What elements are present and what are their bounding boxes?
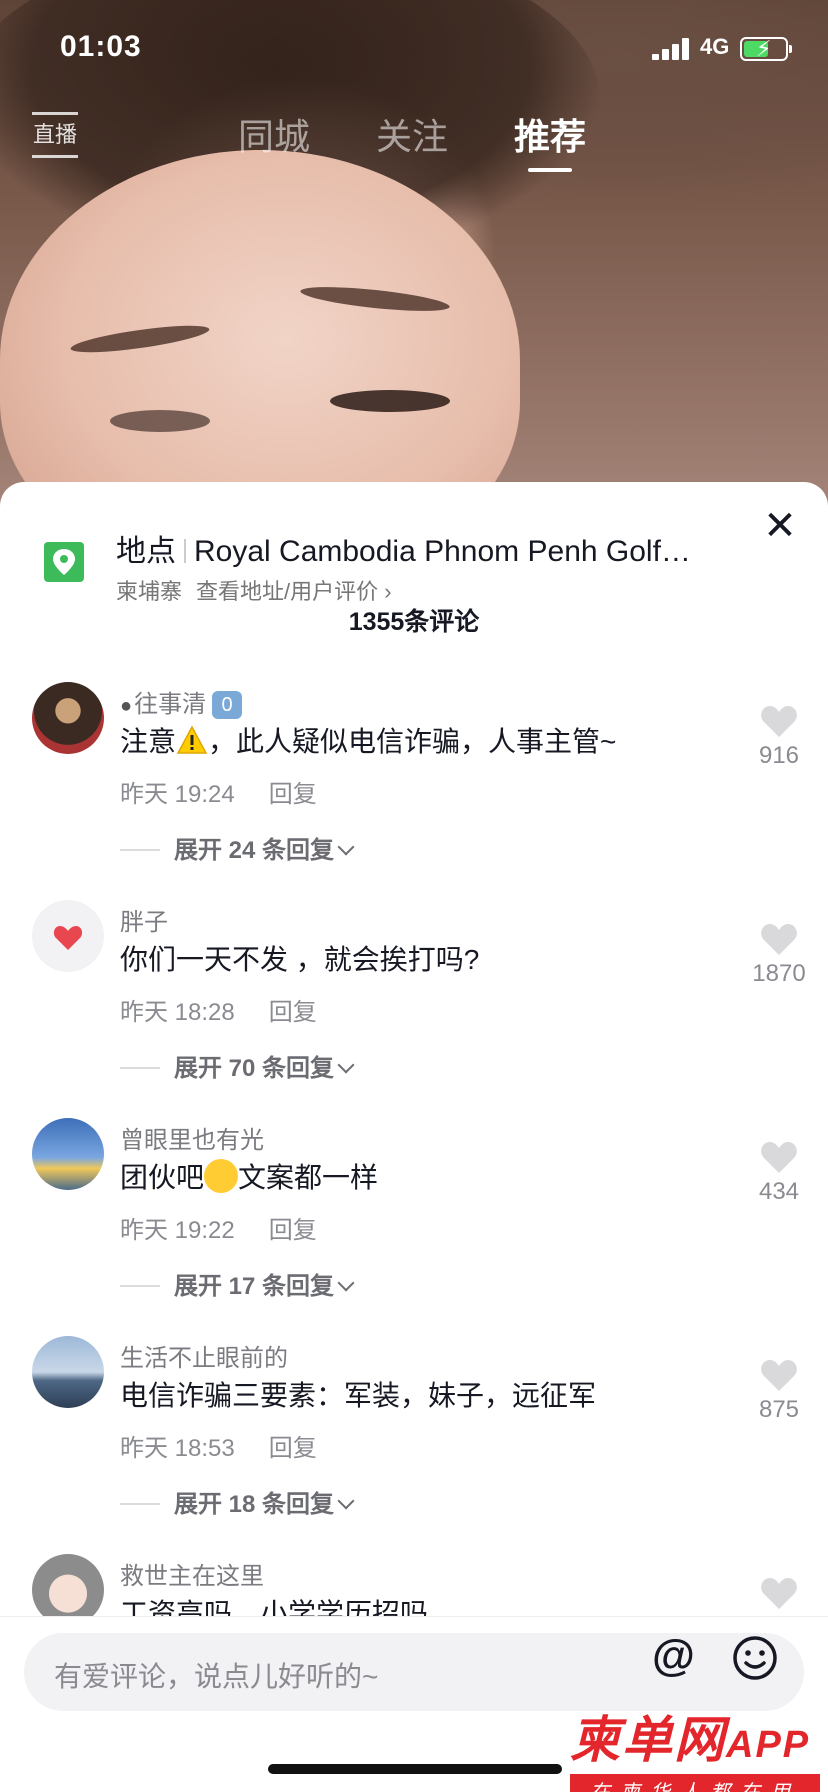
- apple-icon: ●: [120, 695, 133, 717]
- heart-icon: [761, 1142, 797, 1173]
- comment-time: 昨天 18:28: [120, 999, 235, 1026]
- emoji-icon[interactable]: [732, 1635, 778, 1681]
- watermark-title: 柬单网: [570, 1712, 726, 1768]
- video-eye-right: [330, 390, 450, 412]
- battery-charging-icon: ⚡: [740, 36, 792, 61]
- reply-button[interactable]: 回复: [269, 999, 317, 1026]
- comment-username[interactable]: 胖子: [120, 902, 168, 937]
- home-indicator[interactable]: [268, 1764, 562, 1774]
- heart-icon: [761, 1360, 797, 1391]
- comment-text: 注意 ，此人疑似电信诈骗，人事主管~: [120, 725, 617, 757]
- expand-replies-button[interactable]: 展开 17 条回复: [120, 1266, 355, 1301]
- expand-replies-button[interactable]: 展开 24 条回复: [120, 830, 355, 865]
- user-badge: 0: [212, 691, 243, 719]
- comment-meta: 昨天 19:24 回复: [120, 774, 317, 809]
- cellular-signal-icon: [652, 38, 692, 60]
- avatar[interactable]: [32, 1118, 104, 1190]
- location-pin-icon: [44, 542, 84, 582]
- avatar[interactable]: [32, 1336, 104, 1408]
- watermark-app: APP: [726, 1724, 811, 1766]
- comment-text: 你们一天不发 ，就会挨打吗?: [120, 944, 480, 975]
- heart-icon: [761, 1578, 797, 1609]
- like-count: 916: [758, 742, 800, 769]
- comment-time: 昨天 19:22: [120, 1217, 235, 1244]
- comment-item: 曾眼里也有光 团伙吧 文案都一样 昨天 19:22 回复 展开 17 条回复 434: [0, 1118, 828, 1336]
- location-title: 地点 Royal Cambodia Phnom Penh Golf…: [116, 526, 716, 570]
- avatar[interactable]: [32, 900, 104, 972]
- like-count: 875: [758, 1396, 800, 1423]
- like-button[interactable]: 434: [744, 1140, 814, 1206]
- location-country: 柬埔寨: [116, 579, 183, 604]
- expand-replies-button[interactable]: 展开 70 条回复: [120, 1048, 355, 1083]
- watermark-subtitle: 在柬华人都在用: [570, 1774, 820, 1792]
- heart-icon: [761, 706, 797, 737]
- tab-nearby[interactable]: 同城: [238, 108, 310, 160]
- reply-button[interactable]: 回复: [269, 781, 317, 808]
- like-button[interactable]: 1870: [744, 922, 814, 988]
- status-bar: 01:03 4G ⚡: [0, 0, 828, 96]
- close-button[interactable]: ✕: [762, 506, 798, 546]
- like-count: 1870: [752, 960, 806, 987]
- default-heart-avatar-icon: [53, 926, 83, 950]
- expand-replies-button[interactable]: 展开 18 条回复: [120, 1484, 355, 1519]
- reply-button[interactable]: 回复: [269, 1217, 317, 1244]
- warning-emoji-icon: [176, 725, 208, 754]
- comment-input-placeholder: 有爱评论，说点儿好听的~: [54, 1661, 379, 1692]
- comment-text: 电信诈骗三要素：军装，妹子，远征军: [120, 1380, 597, 1411]
- chevron-down-icon: [337, 1056, 355, 1074]
- like-button[interactable]: 916: [744, 704, 814, 770]
- chevron-down-icon: [337, 1492, 355, 1510]
- network-type: 4G: [700, 34, 730, 59]
- like-count: 434: [758, 1178, 800, 1205]
- video-eye-left: [110, 410, 210, 432]
- comment-item: 生活不止眼前的 电信诈骗三要素：军装，妹子，远征军 昨天 18:53 回复 展开 …: [0, 1336, 828, 1554]
- like-button[interactable]: 875: [744, 1358, 814, 1424]
- comment-time: 昨天 19:24: [120, 781, 235, 808]
- comment-item: 胖子 你们一天不发 ，就会挨打吗? 昨天 18:28 回复 展开 70 条回复 1…: [0, 900, 828, 1118]
- top-nav: 直播 同城 关注 推荐: [0, 100, 828, 180]
- tab-following[interactable]: 关注: [376, 108, 448, 160]
- tab-recommended[interactable]: 推荐: [514, 108, 586, 172]
- comment-count: 1355条评论: [348, 608, 480, 636]
- comment-meta: 昨天 19:22 回复: [120, 1210, 317, 1245]
- location-header[interactable]: 地点 Royal Cambodia Phnom Penh Golf… 柬埔寨 查看地…: [0, 506, 828, 604]
- comment-item: ●往事清 0 注意 ，此人疑似电信诈骗，人事主管~ 昨天 19:24 回复 展开 24…: [0, 682, 828, 900]
- like-button[interactable]: [744, 1576, 814, 1610]
- status-time: 01:03: [60, 30, 142, 63]
- comment-username[interactable]: 曾眼里也有光: [120, 1120, 264, 1155]
- reply-button[interactable]: 回复: [269, 1435, 317, 1462]
- location-label: 地点: [116, 535, 176, 568]
- mention-icon[interactable]: @: [652, 1631, 695, 1681]
- live-button[interactable]: 直播: [32, 112, 78, 158]
- comment-username[interactable]: 生活不止眼前的: [120, 1338, 288, 1373]
- comment-sheet: 地点 Royal Cambodia Phnom Penh Golf… 柬埔寨 查看地…: [0, 482, 828, 1792]
- heart-icon: [761, 924, 797, 955]
- chevron-down-icon: [337, 838, 355, 856]
- crying-laughing-emoji-icon: [204, 1159, 239, 1193]
- watermark-logo: 柬单网APP 在柬华人都在用: [570, 1700, 820, 1792]
- comment-time: 昨天 18:53: [120, 1435, 235, 1462]
- comment-meta: 昨天 18:28 回复: [120, 992, 317, 1027]
- location-name: Royal Cambodia Phnom Penh Golf…: [194, 535, 691, 568]
- chevron-down-icon: [337, 1274, 355, 1292]
- comment-text: 团伙吧 文案都一样: [120, 1156, 378, 1196]
- avatar[interactable]: [32, 682, 104, 754]
- comment-username[interactable]: ●往事清 0: [120, 684, 243, 719]
- comment-username[interactable]: 救世主在这里: [120, 1556, 264, 1591]
- comment-meta: 昨天 18:53 回复: [120, 1428, 317, 1463]
- location-detail-link[interactable]: 查看地址/用户评价 ›: [196, 579, 392, 604]
